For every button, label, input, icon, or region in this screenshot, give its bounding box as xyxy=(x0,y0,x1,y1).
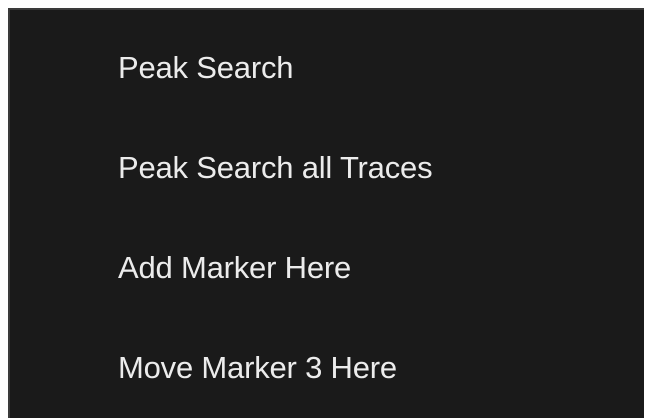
menu-item-label: Peak Search all Traces xyxy=(118,150,433,185)
menu-item-label: Add Marker Here xyxy=(118,250,352,285)
menu-item-add-marker-here[interactable]: Add Marker Here xyxy=(10,218,644,318)
menu-item-peak-search[interactable]: Peak Search xyxy=(10,18,644,118)
menu-item-peak-search-all-traces[interactable]: Peak Search all Traces xyxy=(10,118,644,218)
menu-item-move-marker-3-here[interactable]: Move Marker 3 Here xyxy=(10,318,644,418)
menu-item-label: Move Marker 3 Here xyxy=(118,350,397,385)
context-menu: Peak Search Peak Search all Traces Add M… xyxy=(8,8,644,418)
menu-item-label: Peak Search xyxy=(118,50,294,85)
